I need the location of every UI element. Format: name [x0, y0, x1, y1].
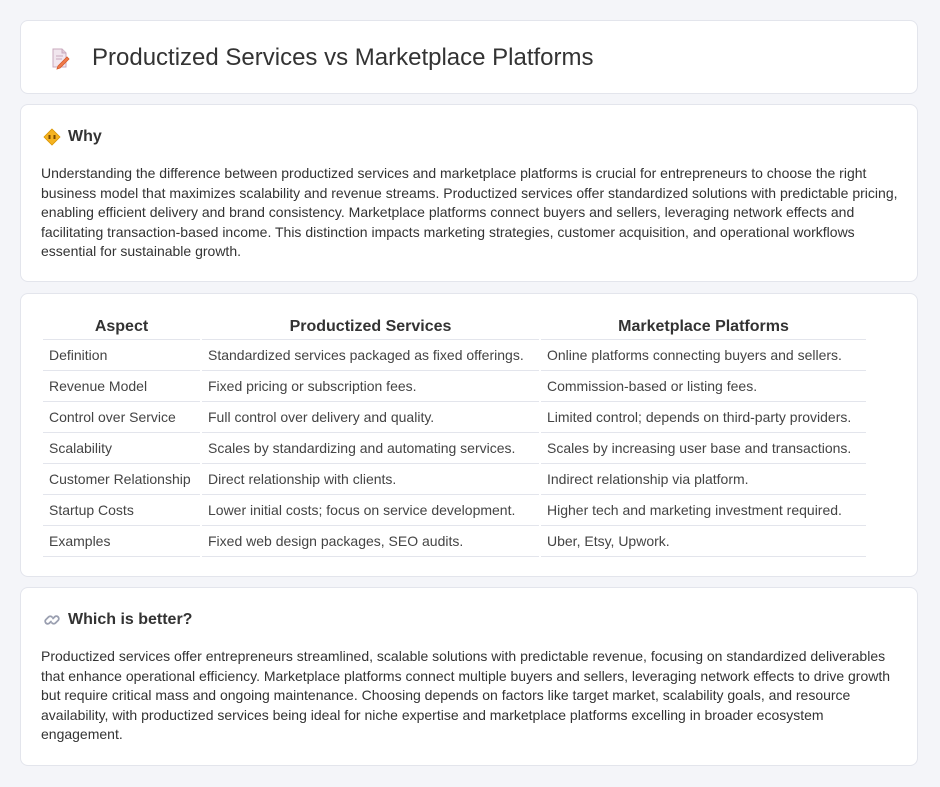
which-better-heading: Which is better?	[68, 611, 193, 628]
table-cell: Standardized services packaged as fixed …	[202, 340, 539, 371]
why-heading: Why	[68, 128, 102, 145]
column-header: Aspect	[43, 315, 200, 340]
table-row: Definition Standardized services package…	[43, 340, 866, 371]
table-row: Examples Fixed web design packages, SEO …	[43, 526, 866, 557]
diamond-sign-icon	[43, 128, 61, 146]
why-header: Why	[43, 127, 102, 147]
table-cell: Customer Relationship	[43, 464, 200, 495]
table-cell: Definition	[43, 340, 200, 371]
why-text: Understanding the difference between pro…	[41, 165, 898, 259]
table-cell: Revenue Model	[43, 371, 200, 402]
table-row: Startup Costs Lower initial costs; focus…	[43, 495, 866, 526]
table-cell: Online platforms connecting buyers and s…	[541, 340, 866, 371]
table-cell: Uber, Etsy, Upwork.	[541, 526, 866, 557]
table-cell: Control over Service	[43, 402, 200, 433]
table-cell: Startup Costs	[43, 495, 200, 526]
column-header: Productized Services	[202, 315, 539, 340]
title-card: Productized Services vs Marketplace Plat…	[20, 20, 918, 94]
document-pencil-icon	[52, 48, 70, 70]
which-better-text: Productized services offer entrepreneurs…	[41, 648, 891, 742]
why-section: Why Understanding the difference between…	[20, 104, 918, 282]
table-cell: Commission-based or listing fees.	[541, 371, 866, 402]
page-title: Productized Services vs Marketplace Plat…	[92, 44, 594, 71]
table-row: Control over Service Full control over d…	[43, 402, 866, 433]
which-better-section: Which is better? Productized services of…	[20, 587, 918, 766]
table-cell: Lower initial costs; focus on service de…	[202, 495, 539, 526]
table-cell: Full control over delivery and quality.	[202, 402, 539, 433]
table-row: Scalability Scales by standardizing and …	[43, 433, 866, 464]
table-header-row: Aspect Productized Services Marketplace …	[43, 315, 866, 340]
table-cell: Direct relationship with clients.	[202, 464, 539, 495]
column-header: Marketplace Platforms	[541, 315, 866, 340]
table-cell: Limited control; depends on third-party …	[541, 402, 866, 433]
table-cell: Scalability	[43, 433, 200, 464]
comparison-table: Aspect Productized Services Marketplace …	[41, 315, 868, 557]
which-better-header: Which is better?	[43, 610, 192, 630]
table-cell: Fixed pricing or subscription fees.	[202, 371, 539, 402]
table-row: Customer Relationship Direct relationshi…	[43, 464, 866, 495]
table-cell: Fixed web design packages, SEO audits.	[202, 526, 539, 557]
table-cell: Indirect relationship via platform.	[541, 464, 866, 495]
table-cell: Higher tech and marketing investment req…	[541, 495, 866, 526]
comparison-section: Aspect Productized Services Marketplace …	[20, 293, 918, 577]
table-cell: Scales by standardizing and automating s…	[202, 433, 539, 464]
link-icon	[44, 615, 60, 625]
table-cell: Scales by increasing user base and trans…	[541, 433, 866, 464]
table-row: Revenue Model Fixed pricing or subscript…	[43, 371, 866, 402]
table-cell: Examples	[43, 526, 200, 557]
